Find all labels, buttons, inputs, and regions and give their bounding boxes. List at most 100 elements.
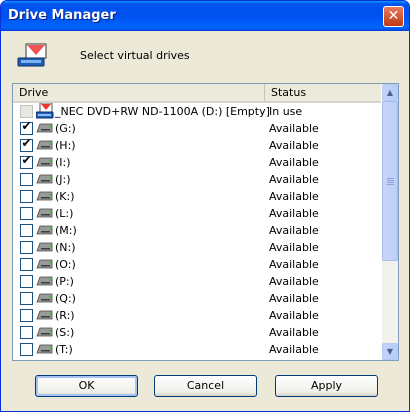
drive-icon — [36, 123, 53, 133]
drive-label: (M:) — [55, 224, 77, 237]
drive-checkbox[interactable] — [20, 224, 33, 237]
table-row[interactable]: (O:) Available — [13, 256, 381, 273]
drive-icon — [36, 310, 53, 320]
drive-checkbox[interactable] — [20, 309, 33, 322]
drive-label: (S:) — [55, 326, 75, 339]
checkmark-icon: ✔ — [21, 119, 32, 133]
drive-status: Available — [269, 275, 319, 288]
scroll-thumb[interactable] — [382, 101, 398, 261]
table-row[interactable]: (K:) Available — [13, 188, 381, 205]
grip-line — [387, 178, 394, 179]
drive-checkbox[interactable] — [20, 207, 33, 220]
table-row[interactable]: ✔ (G:) Available — [13, 120, 381, 137]
drive-checkbox[interactable] — [20, 343, 33, 356]
drive-status: Available — [269, 207, 319, 220]
drive-icon — [36, 157, 53, 167]
drive-checkbox[interactable]: ✔ — [20, 119, 33, 135]
drive-checkbox[interactable] — [20, 190, 33, 203]
drive-checkbox[interactable]: ✔ — [20, 153, 33, 169]
drive-status: Available — [269, 122, 319, 135]
table-row[interactable]: (M:) Available — [13, 222, 381, 239]
column-header-status[interactable]: Status — [265, 84, 381, 101]
drive-status: Available — [269, 139, 319, 152]
drive-label: (L:) — [55, 207, 74, 220]
drive-checkbox[interactable] — [20, 241, 33, 254]
drive-label: (I:) — [55, 156, 71, 169]
drive-label: (N:) — [55, 241, 76, 254]
cd-drive-icon — [36, 103, 54, 119]
title-bar[interactable]: Drive Manager ✕ — [1, 1, 409, 31]
arrow-up-icon: ▲ — [386, 88, 394, 97]
grip-line — [387, 184, 394, 185]
table-row[interactable]: ✔ (H:) Available — [13, 137, 381, 154]
grip-line — [387, 180, 394, 181]
cancel-button[interactable]: Cancel — [154, 375, 257, 397]
drive-checkbox[interactable] — [20, 292, 33, 305]
drive-label: (R:) — [55, 309, 75, 322]
apply-button[interactable]: Apply — [275, 375, 378, 397]
table-row[interactable]: _NEC DVD+RW ND-1100A (D:) [Empty] In use — [13, 103, 381, 120]
scroll-up-button[interactable]: ▲ — [382, 84, 398, 101]
drive-label: (K:) — [55, 190, 75, 203]
drive-label: (Q:) — [55, 292, 76, 305]
drive-label: (O:) — [55, 258, 76, 271]
drive-icon — [36, 174, 53, 184]
drive-icon — [36, 208, 53, 218]
drive-icon — [36, 293, 53, 303]
drive-checkbox[interactable] — [20, 326, 33, 339]
table-row[interactable]: (P:) Available — [13, 273, 381, 290]
close-button[interactable]: ✕ — [383, 6, 404, 27]
drive-label: _NEC DVD+RW ND-1100A (D:) [Empty] — [55, 105, 270, 118]
grip-line — [387, 182, 394, 183]
drive-status: Available — [269, 258, 319, 271]
table-row[interactable]: (J:) Available — [13, 171, 381, 188]
table-row[interactable]: (R:) Available — [13, 307, 381, 324]
table-row[interactable]: (S:) Available — [13, 324, 381, 341]
checkmark-icon: ✔ — [21, 153, 32, 167]
column-header-drive[interactable]: Drive — [13, 84, 265, 101]
drive-icon — [36, 259, 53, 269]
table-row[interactable]: (Q:) Available — [13, 290, 381, 307]
table-row[interactable]: ✔ (I:) Available — [13, 154, 381, 171]
drive-status: In use — [269, 105, 303, 118]
drive-checkbox[interactable] — [20, 258, 33, 271]
drive-list: Drive Status _NEC DVD+RW ND-1100A (D:) [… — [12, 83, 399, 361]
drive-status: Available — [269, 173, 319, 186]
table-row[interactable]: (T:) Available — [13, 341, 381, 358]
list-header: Drive Status — [13, 84, 381, 103]
drive-icon — [36, 191, 53, 201]
header-instruction: Select virtual drives — [80, 49, 190, 62]
dialog-content: Select virtual drives Drive Status _NEC … — [4, 31, 406, 408]
drive-icon — [36, 140, 53, 150]
drive-manager-window: Drive Manager ✕ Select virtual drives Dr… — [0, 0, 410, 412]
table-row[interactable]: (N:) Available — [13, 239, 381, 256]
drive-status: Available — [269, 343, 319, 356]
drive-label: (P:) — [55, 275, 74, 288]
arrow-down-icon: ▼ — [386, 347, 394, 356]
virtual-drive-icon — [17, 43, 47, 67]
drive-checkbox[interactable] — [20, 275, 33, 288]
drive-checkbox[interactable]: ✔ — [20, 136, 33, 152]
drive-icon — [36, 225, 53, 235]
drive-icon — [36, 242, 53, 252]
drive-status: Available — [269, 309, 319, 322]
drive-status: Available — [269, 241, 319, 254]
checkmark-icon: ✔ — [21, 136, 32, 150]
drive-icon — [36, 344, 53, 354]
drive-label: (H:) — [55, 139, 76, 152]
scroll-down-button[interactable]: ▼ — [382, 343, 398, 360]
drive-rows: _NEC DVD+RW ND-1100A (D:) [Empty] In use ✔… — [13, 103, 381, 358]
window-title: Drive Manager — [8, 8, 116, 23]
table-row[interactable]: (L:) Available — [13, 205, 381, 222]
drive-label: (G:) — [55, 122, 76, 135]
drive-icon — [36, 327, 53, 337]
drive-label: (J:) — [55, 173, 71, 186]
ok-button[interactable]: OK — [35, 375, 138, 397]
close-icon: ✕ — [387, 8, 400, 24]
drive-checkbox[interactable] — [20, 173, 33, 186]
drive-status: Available — [269, 190, 319, 203]
vertical-scrollbar[interactable]: ▲ ▼ — [382, 84, 398, 360]
drive-icon — [36, 276, 53, 286]
drive-label: (T:) — [55, 343, 73, 356]
drive-status: Available — [269, 224, 319, 237]
